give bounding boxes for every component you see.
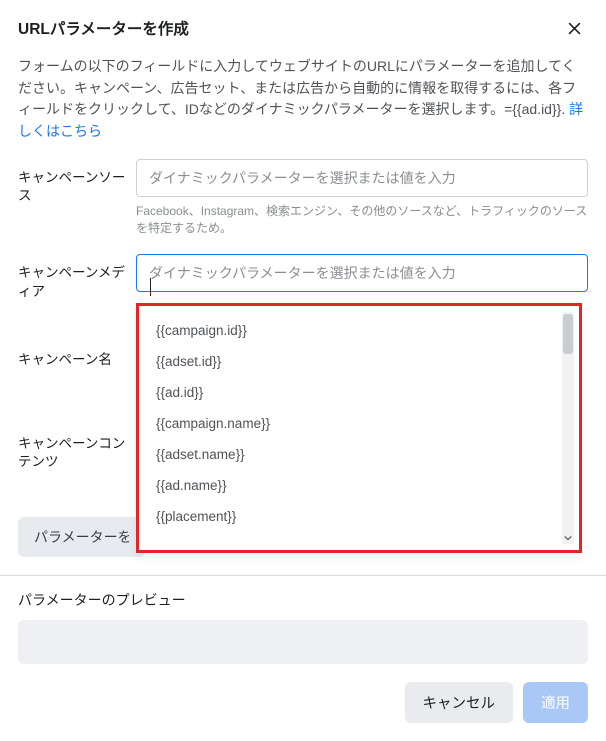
dropdown-item-adset-id[interactable]: {{adset.id}} xyxy=(142,346,576,377)
dialog-footer: キャンセル 適用 xyxy=(0,664,606,741)
input-campaign-source[interactable] xyxy=(136,159,588,197)
cancel-button[interactable]: キャンセル xyxy=(405,682,514,723)
label-campaign-medium: キャンペーンメディア xyxy=(18,254,136,300)
dropdown-item-ad-name[interactable]: {{ad.name}} xyxy=(142,470,576,501)
apply-button[interactable]: 適用 xyxy=(523,682,588,723)
dropdown-list: {{campaign.id}} {{adset.id}} {{ad.id}} {… xyxy=(142,309,576,538)
scrollbar-thumb[interactable] xyxy=(563,314,573,354)
dropdown-item-adset-name[interactable]: {{adset.name}} xyxy=(142,439,576,470)
scrollbar-down-arrow-icon[interactable] xyxy=(562,532,574,544)
dropdown-item-campaign-name[interactable]: {{campaign.name}} xyxy=(142,408,576,439)
close-button[interactable] xyxy=(560,14,588,42)
dialog-header: URLパラメーターを作成 xyxy=(0,0,606,52)
url-parameters-dialog: URLパラメーターを作成 フォームの以下のフィールドに入力してウェブサイトのUR… xyxy=(0,0,606,741)
preview-title: パラメーターのプレビュー xyxy=(18,590,588,620)
section-divider xyxy=(0,575,606,576)
label-campaign-content: キャンペーンコンテンツ xyxy=(18,435,136,471)
dropdown-scrollbar[interactable] xyxy=(562,312,574,544)
dialog-body: キャンペーンソース Facebook、Instagram、検索エンジン、その他の… xyxy=(0,159,606,664)
dropdown-item-campaign-id[interactable]: {{campaign.id}} xyxy=(142,315,576,346)
close-icon xyxy=(566,20,583,37)
preview-box xyxy=(18,620,588,664)
dialog-description: フォームの以下のフィールドに入力してウェブサイトのURLにパラメーターを追加して… xyxy=(0,52,606,159)
field-campaign-source: キャンペーンソース Facebook、Instagram、検索エンジン、その他の… xyxy=(18,159,588,237)
field-campaign-medium: キャンペーンメディア xyxy=(18,254,588,300)
helper-campaign-source: Facebook、Instagram、検索エンジン、その他のソースなど、トラフィ… xyxy=(136,203,588,237)
text-cursor xyxy=(150,278,151,296)
label-campaign-source: キャンペーンソース xyxy=(18,159,136,205)
dropdown-item-ad-id[interactable]: {{ad.id}} xyxy=(142,377,576,408)
description-text: フォームの以下のフィールドに入力してウェブサイトのURLにパラメーターを追加して… xyxy=(18,58,576,117)
add-parameter-button[interactable]: パラメーターを追加 xyxy=(18,517,145,557)
dynamic-parameter-dropdown: {{campaign.id}} {{adset.id}} {{ad.id}} {… xyxy=(136,303,582,553)
dropdown-item-placement[interactable]: {{placement}} xyxy=(142,501,576,532)
label-campaign-name: キャンペーン名 xyxy=(18,351,136,369)
dialog-title: URLパラメーターを作成 xyxy=(18,17,189,39)
add-parameter-label: パラメーターを追加 xyxy=(34,527,129,547)
input-campaign-medium[interactable] xyxy=(136,254,588,292)
